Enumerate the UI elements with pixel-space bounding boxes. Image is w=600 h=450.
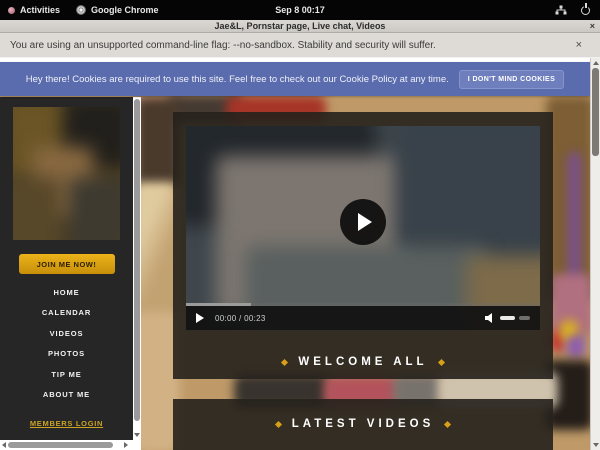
profile-photo[interactable] [13, 107, 120, 240]
members-login-link[interactable]: MEMBERS LOGIN [30, 419, 103, 428]
star-icon [444, 420, 451, 427]
sidebar-horizontal-scrollbar[interactable] [0, 440, 141, 450]
video-player[interactable]: 00:00 / 00:23 [186, 126, 540, 330]
sidebar-nav: HOME CALENDAR VIDEOS PHOTOS TIP ME ABOUT… [0, 282, 133, 405]
welcome-section-panel: 00:00 / 00:23 WELCOME ALL [173, 112, 553, 379]
sidebar-item-videos[interactable]: VIDEOS [0, 323, 133, 344]
latest-videos-title: LATEST VIDEOS [292, 418, 435, 430]
page-viewport: Hey there! Cookies are required to use t… [0, 58, 600, 450]
page-scrollbar-thumb[interactable] [592, 68, 599, 156]
scroll-right-icon[interactable] [124, 442, 128, 448]
window-close-icon[interactable]: × [590, 21, 595, 31]
play-button[interactable] [196, 313, 204, 323]
infobar-close-icon[interactable]: × [576, 39, 590, 51]
sidebar-item-about-me[interactable]: ABOUT ME [0, 385, 133, 406]
sidebar-horizontal-scrollbar-thumb[interactable] [8, 442, 113, 448]
infobar-message: You are using an unsupported command-lin… [10, 40, 436, 51]
volume-track-bar[interactable] [519, 316, 530, 320]
activities-icon [8, 7, 15, 14]
scroll-down-icon[interactable] [593, 443, 599, 447]
network-icon[interactable] [555, 5, 567, 15]
star-icon [438, 358, 445, 365]
scroll-up-icon[interactable] [593, 61, 599, 65]
cookie-message: Hey there! Cookies are required to use t… [26, 74, 449, 85]
play-overlay-button[interactable] [340, 199, 386, 245]
activities-button[interactable]: Activities [8, 5, 60, 15]
video-time-display: 00:00 / 00:23 [215, 314, 266, 323]
play-icon [358, 213, 372, 231]
latest-videos-heading: LATEST VIDEOS [173, 418, 553, 430]
power-icon[interactable] [581, 6, 590, 15]
sidebar-item-calendar[interactable]: CALENDAR [0, 303, 133, 324]
window-title-bar: Jae&L, Pornstar page, Live chat, Videos … [0, 20, 600, 33]
activities-label: Activities [20, 5, 60, 15]
video-controls-bar: 00:00 / 00:23 [186, 306, 540, 330]
sidebar-vertical-scrollbar[interactable] [133, 97, 141, 440]
sidebar-item-photos[interactable]: PHOTOS [0, 344, 133, 365]
chrome-icon [76, 5, 86, 15]
app-menu-label: Google Chrome [91, 5, 159, 15]
latest-videos-panel: LATEST VIDEOS [173, 399, 553, 450]
sidebar-vertical-scrollbar-thumb[interactable] [134, 99, 140, 421]
desktop-screen: Activities Google Chrome Sep 8 00:17 Jae… [0, 0, 600, 450]
window-title: Jae&L, Pornstar page, Live chat, Videos [215, 21, 386, 31]
volume-icon[interactable] [485, 313, 496, 323]
sidebar-item-tip-me[interactable]: TIP ME [0, 364, 133, 385]
join-me-now-button[interactable]: JOIN ME NOW! [19, 254, 115, 274]
scroll-down-icon[interactable] [134, 433, 140, 437]
sidebar-frame: JOIN ME NOW! HOME CALENDAR VIDEOS PHOTOS… [0, 97, 141, 450]
welcome-title: WELCOME ALL [298, 356, 427, 368]
chrome-infobar: You are using an unsupported command-lin… [0, 33, 600, 58]
page-vertical-scrollbar[interactable] [590, 58, 600, 450]
scroll-left-icon[interactable] [2, 442, 6, 448]
welcome-heading: WELCOME ALL [173, 356, 553, 368]
sidebar-item-home[interactable]: HOME [0, 282, 133, 303]
star-icon [275, 420, 282, 427]
app-menu-google-chrome[interactable]: Google Chrome [76, 5, 159, 15]
system-top-bar: Activities Google Chrome Sep 8 00:17 [0, 0, 600, 20]
sidebar: JOIN ME NOW! HOME CALENDAR VIDEOS PHOTOS… [0, 97, 133, 440]
cookie-notice-bar: Hey there! Cookies are required to use t… [0, 62, 590, 96]
star-icon [281, 358, 288, 365]
volume-level-bar[interactable] [500, 316, 515, 320]
cookie-accept-button[interactable]: I DON'T MIND COOKIES [459, 70, 564, 89]
